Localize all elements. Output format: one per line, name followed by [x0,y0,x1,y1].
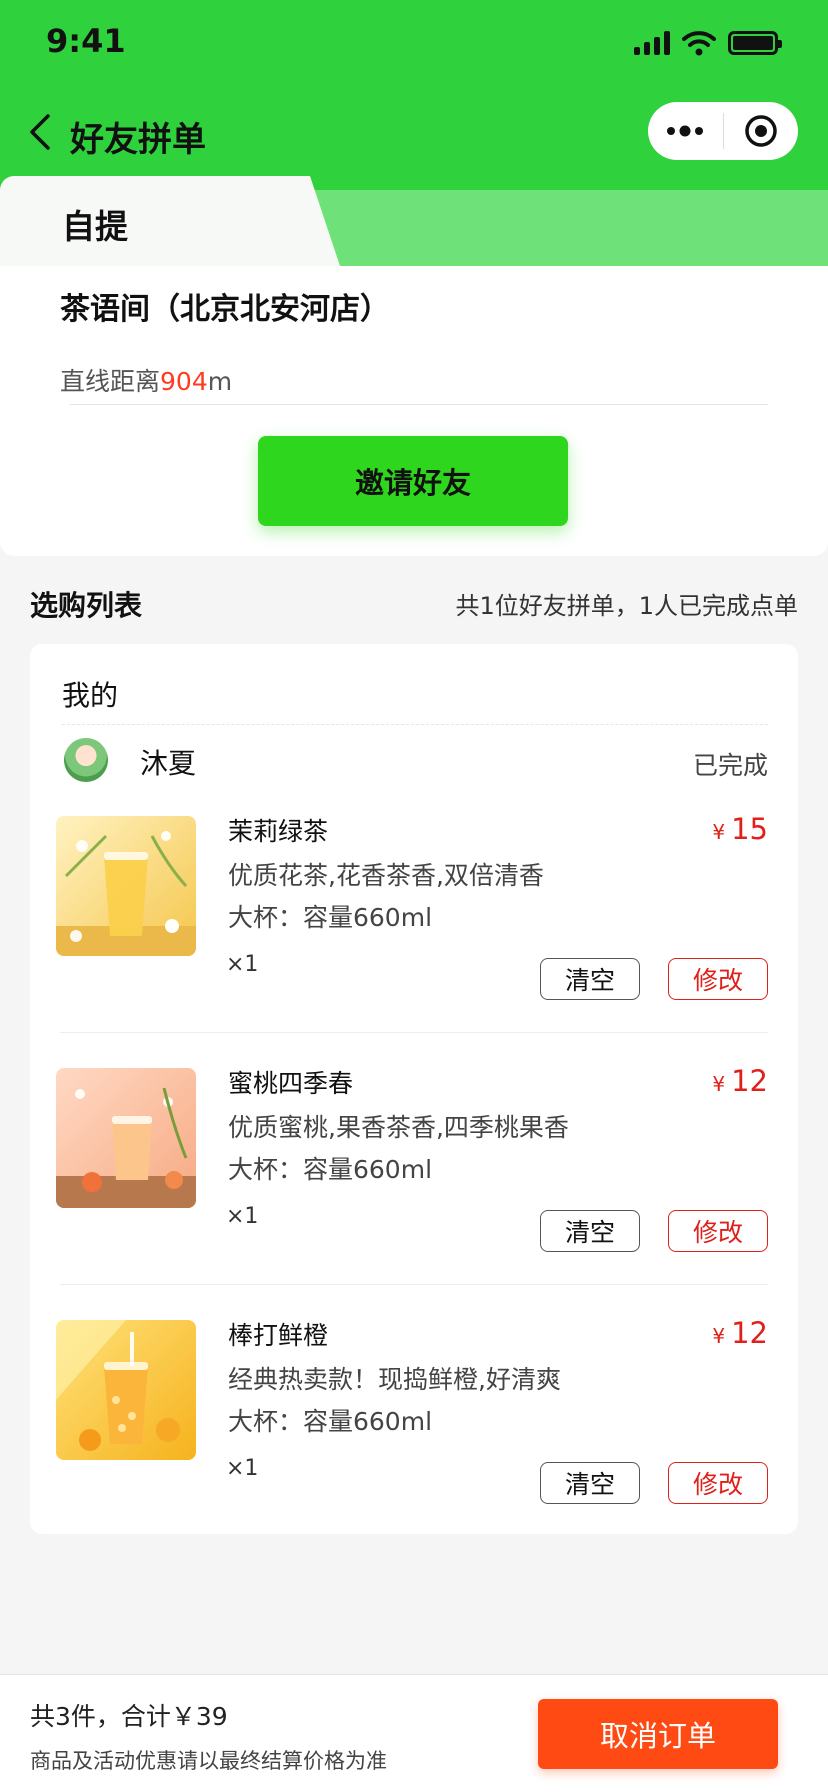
clear-button[interactable]: 清空 [540,1462,640,1504]
signal-icon [634,31,670,55]
bottom-bar: 共3件，合计￥39 商品及活动优惠请以最终结算价格为准 取消订单 [0,1674,828,1792]
list-item: 茉莉绿茶 ¥15 优质花茶,花香茶香,双倍清香 大杯：容量660ml ×1 清空… [30,812,798,1068]
price-value: 15 [731,812,768,846]
product-image-peach-tea [56,1068,196,1208]
list-item: 蜜桃四季春 ¥12 优质蜜桃,果香茶香,四季桃果香 大杯：容量660ml ×1 … [30,1064,798,1320]
item-description: 优质蜜桃,果香茶香,四季桃果香 [228,1113,569,1142]
status-bar: 9:41 [0,0,828,88]
currency-symbol: ¥ [712,1072,726,1096]
price-note: 商品及活动优惠请以最终结算价格为准 [30,1749,387,1773]
clear-button[interactable]: 清空 [540,1210,640,1252]
item-description: 经典热卖款！现捣鲜橙,好清爽 [228,1365,561,1394]
item-spec: 大杯：容量660ml [228,903,433,932]
battery-icon [728,31,782,55]
price-value: 12 [731,1316,768,1350]
more-dots-icon [667,125,704,137]
user-name: 沐夏 [140,747,197,780]
status-icons [634,30,782,56]
item-name: 茉莉绿茶 [228,817,329,846]
list-title: 选购列表 [30,589,143,622]
item-price: ¥12 [712,1316,768,1350]
store-distance: 直线距离904m [60,362,232,398]
item-spec: 大杯：容量660ml [228,1155,433,1184]
clear-button[interactable]: 清空 [540,958,640,1000]
item-name: 蜜桃四季春 [228,1069,354,1098]
price-value: 12 [731,1064,768,1098]
item-spec: 大杯：容量660ml [228,1407,433,1436]
section-mine-label: 我的 [62,679,119,712]
distance-label: 直线距离 [60,367,161,396]
list-summary: 共1位好友拼单，1人已完成点单 [455,592,798,620]
avatar [64,738,108,782]
order-card: 我的 沐夏 已完成 茉莉绿茶 ¥15 优质花茶,花香茶香,双倍清香 大杯：容量6… [30,644,798,1534]
item-price: ¥15 [712,812,768,846]
product-image-jasmine-tea [56,816,196,956]
list-item: 棒打鲜橙 ¥12 经典热卖款！现捣鲜橙,好清爽 大杯：容量660ml ×1 清空… [30,1316,798,1572]
mini-program-capsule [648,102,798,160]
order-total: 共3件，合计￥39 [30,1702,228,1731]
currency-symbol: ¥ [712,1324,726,1348]
tab-pickup[interactable]: 自提 [0,176,340,266]
item-name: 棒打鲜橙 [228,1321,329,1350]
nav-bar: 好友拼单 [0,100,828,166]
currency-symbol: ¥ [712,820,726,844]
edit-button[interactable]: 修改 [668,958,768,1000]
distance-unit: m [207,367,233,396]
more-button[interactable] [648,102,723,160]
distance-value: 904 [160,367,208,396]
close-button[interactable] [724,102,799,160]
item-divider [60,1284,768,1285]
status-time: 9:41 [46,22,126,60]
delivery-tabs: 自提 [0,176,828,266]
item-price: ¥12 [712,1064,768,1098]
store-card: 茶语间（北京北安河店） 直线距离904m 邀请好友 [0,266,828,556]
tab-pickup-label: 自提 [62,207,128,246]
product-image-orange-tea [56,1320,196,1460]
divider [70,404,768,405]
wifi-icon [682,31,716,56]
dashed-divider [62,724,768,725]
user-status: 已完成 [692,751,768,780]
invite-friends-button[interactable]: 邀请好友 [258,436,568,526]
edit-button[interactable]: 修改 [668,1462,768,1504]
store-name: 茶语间（北京北安河店） [60,292,390,327]
back-chevron-icon[interactable] [24,112,60,152]
page-title: 好友拼单 [70,120,206,160]
close-target-icon [745,115,777,147]
top-header: 9:41 好友拼单 自提 [0,0,828,266]
cancel-order-button[interactable]: 取消订单 [538,1699,778,1769]
edit-button[interactable]: 修改 [668,1210,768,1252]
item-divider [60,1032,768,1033]
item-description: 优质花茶,花香茶香,双倍清香 [228,861,544,890]
item-quantity: ×1 [226,952,259,977]
item-quantity: ×1 [226,1456,259,1481]
item-quantity: ×1 [226,1204,259,1229]
